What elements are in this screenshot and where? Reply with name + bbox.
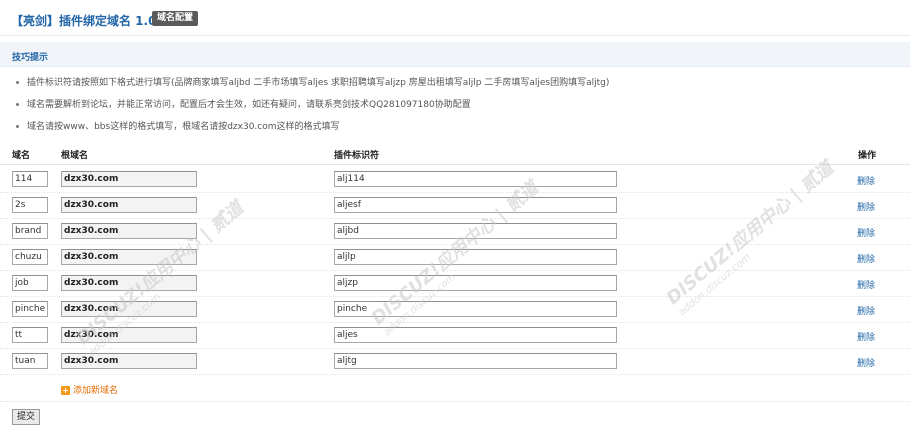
tip-item: 域名需要解析到论坛，并能正常访问，配置后才会生效，如还有疑问，请联系亮剑技术QQ… (16, 97, 471, 110)
root-domain-input[interactable] (61, 223, 197, 239)
col-header-plugin: 插件标识符 (334, 151, 380, 161)
tip-item: 域名请按www、bbs这样的格式填写，根域名请按dzx30.com这样的格式填写 (16, 119, 340, 132)
plugin-id-input[interactable] (334, 353, 617, 369)
table-row: 删除 (0, 322, 910, 349)
table-row: 删除 (0, 218, 910, 245)
tips-panel: 技巧提示 插件标识符请按照如下格式进行填写(品牌商家填写aljbd 二手市场填写… (0, 42, 910, 137)
domain-config-tab[interactable]: 域名配置 (152, 11, 199, 26)
delete-link[interactable]: 删除 (857, 252, 875, 265)
title-bar: 【亮剑】插件绑定域名 1.0 域名配置 (0, 0, 910, 38)
submit-button[interactable]: 提交 (12, 409, 41, 425)
page-title: 【亮剑】插件绑定域名 1.0 (11, 14, 157, 28)
table-row: 删除 (0, 348, 910, 375)
root-domain-input[interactable] (61, 171, 197, 187)
add-domain-button[interactable]: + 添加新域名 (61, 383, 118, 396)
subdomain-input[interactable] (12, 171, 48, 187)
delete-link[interactable]: 删除 (857, 304, 875, 317)
table-header: 域名 根域名 插件标识符 操作 (0, 147, 910, 165)
root-domain-input[interactable] (61, 353, 197, 369)
subdomain-input[interactable] (12, 223, 48, 239)
plugin-id-input[interactable] (334, 223, 617, 239)
subdomain-input[interactable] (12, 353, 48, 369)
plugin-id-input[interactable] (334, 197, 617, 213)
tip-item: 插件标识符请按照如下格式进行填写(品牌商家填写aljbd 二手市场填写aljes… (16, 75, 609, 88)
subdomain-input[interactable] (12, 249, 48, 265)
bullet-icon (16, 103, 19, 106)
tips-title: 技巧提示 (12, 53, 49, 63)
root-domain-input[interactable] (61, 327, 197, 343)
add-domain-label: 添加新域名 (73, 386, 119, 396)
delete-link[interactable]: 删除 (857, 226, 875, 239)
root-domain-input[interactable] (61, 197, 197, 213)
plugin-id-input[interactable] (334, 301, 617, 317)
subdomain-input[interactable] (12, 275, 48, 291)
table-row: 删除 (0, 296, 910, 323)
table-row: 删除 (0, 166, 910, 193)
plugin-id-input[interactable] (334, 249, 617, 265)
delete-link[interactable]: 删除 (857, 330, 875, 343)
subdomain-input[interactable] (12, 327, 48, 343)
plugin-id-input[interactable] (334, 171, 617, 187)
title-divider (0, 35, 910, 36)
delete-link[interactable]: 删除 (857, 278, 875, 291)
subdomain-input[interactable] (12, 197, 48, 213)
delete-link[interactable]: 删除 (857, 200, 875, 213)
root-domain-input[interactable] (61, 301, 197, 317)
plugin-id-input[interactable] (334, 327, 617, 343)
table-row: 删除 (0, 244, 910, 271)
table-row: 删除 (0, 270, 910, 297)
col-header-action: 操作 (858, 151, 877, 161)
root-domain-input[interactable] (61, 249, 197, 265)
col-header-domain: 根域名 (61, 151, 89, 161)
bullet-icon (16, 81, 19, 84)
subdomain-input[interactable] (12, 301, 48, 317)
col-header-key: 域名 (12, 151, 31, 161)
divider (0, 401, 910, 403)
table-row: 删除 (0, 192, 910, 219)
root-domain-input[interactable] (61, 275, 197, 291)
tips-header: 技巧提示 (0, 42, 910, 67)
delete-link[interactable]: 删除 (857, 174, 875, 187)
delete-link[interactable]: 删除 (857, 356, 875, 369)
plugin-id-input[interactable] (334, 275, 617, 291)
bullet-icon (16, 125, 19, 128)
plus-icon: + (61, 386, 70, 395)
